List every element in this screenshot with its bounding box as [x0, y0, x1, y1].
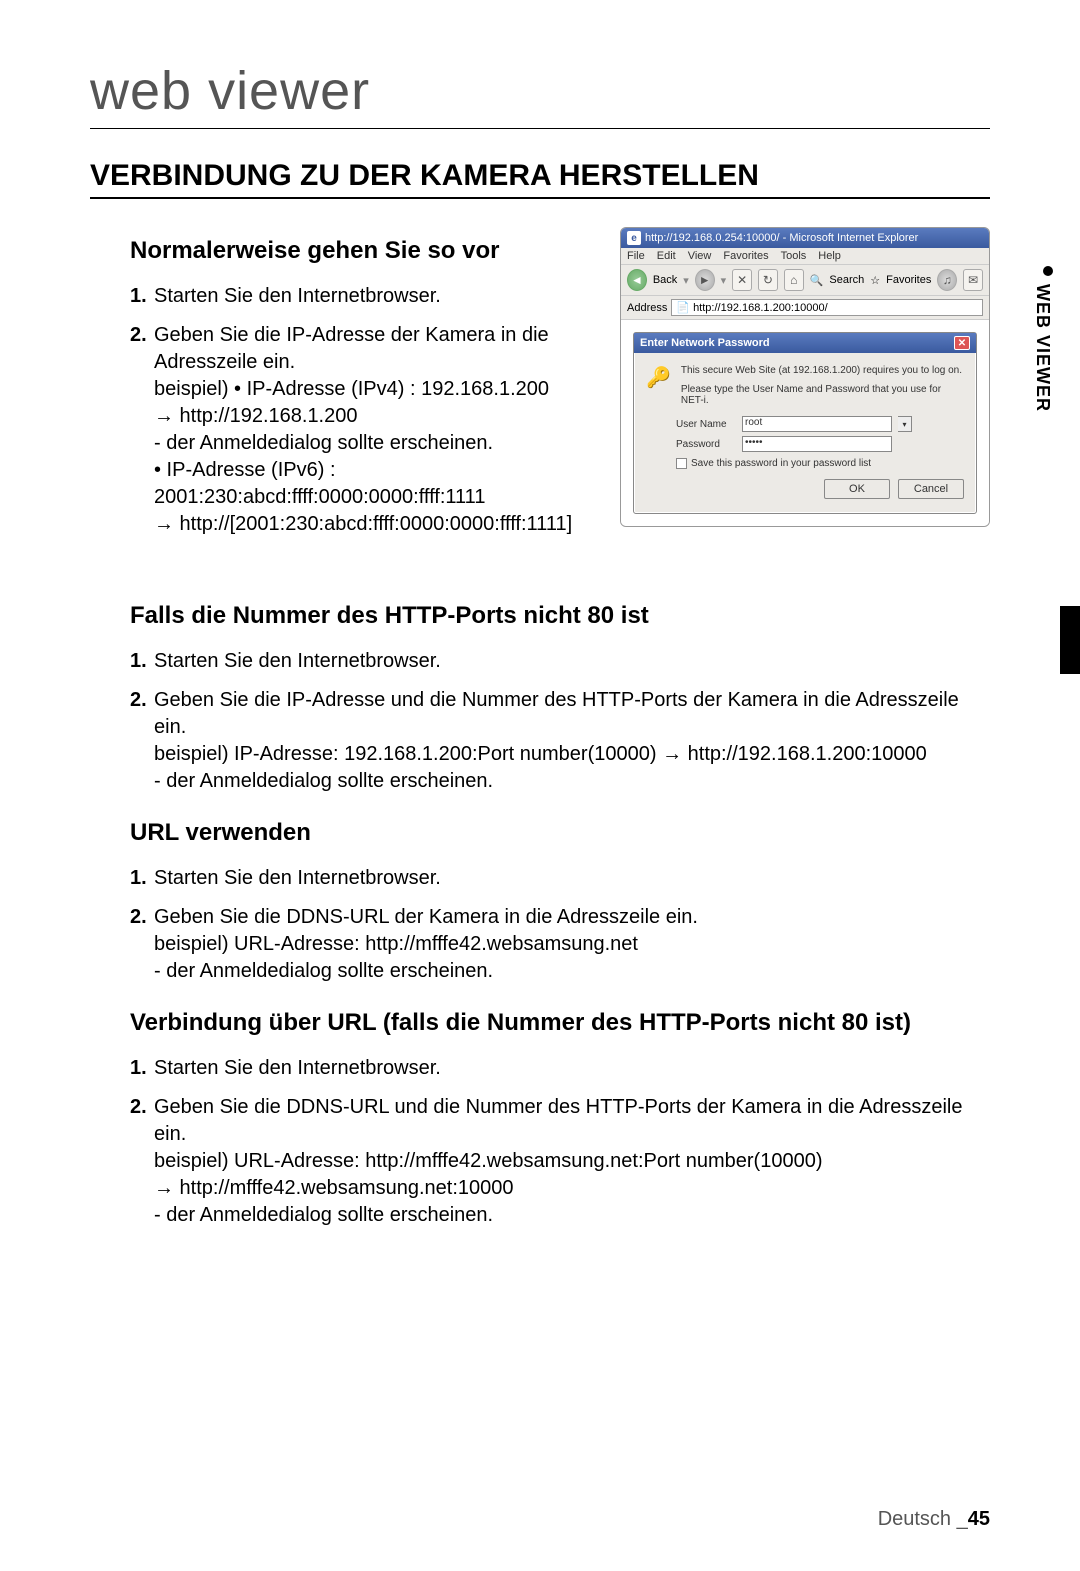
step-number: 2. — [130, 687, 147, 714]
menu-favorites[interactable]: Favorites — [723, 250, 768, 262]
step-text: → http://192.168.1.200 — [154, 405, 358, 427]
list-item: 2. Geben Sie die IP-Adresse der Kamera i… — [130, 322, 600, 538]
step-number: 1. — [130, 648, 147, 675]
side-tab-label: WEB VIEWER — [1032, 284, 1053, 412]
step-text: - der Anmeldedialog sollte erscheinen. — [154, 432, 493, 454]
side-tab: WEB VIEWER — [1032, 246, 1080, 616]
step-text: Starten Sie den Internetbrowser. — [154, 285, 441, 307]
address-value: http://192.168.1.200:10000/ — [693, 302, 828, 314]
address-label: Address — [627, 302, 667, 314]
side-marker — [1060, 606, 1080, 674]
browser-titlebar: e http://192.168.0.254:10000/ - Microsof… — [621, 228, 989, 248]
ie-icon: e — [627, 231, 641, 245]
list-item: 2. Geben Sie die IP-Adresse und die Numm… — [130, 687, 990, 795]
close-button[interactable]: ✕ — [954, 336, 970, 350]
page-footer: Deutsch _45 — [878, 1508, 990, 1531]
subheading-url: URL verwenden — [130, 819, 990, 847]
step-text: → http://mfffe42.websamsung.net:10000 — [154, 1177, 514, 1199]
favorites-icon: ☆ — [870, 274, 880, 287]
media-button[interactable]: ♫ — [937, 269, 957, 291]
back-label: Back — [653, 274, 677, 286]
cancel-button[interactable]: Cancel — [898, 479, 964, 499]
ok-button[interactable]: OK — [824, 479, 890, 499]
section-title: VERBINDUNG ZU DER KAMERA HERSTELLEN — [90, 159, 990, 199]
save-password-label: Save this password in your password list — [691, 458, 871, 469]
step-number: 2. — [130, 1094, 147, 1121]
step-text: beispiel) URL-Adresse: http://mfffe42.we… — [154, 1150, 823, 1172]
menu-file[interactable]: File — [627, 250, 645, 262]
back-button[interactable]: ◄ — [627, 269, 647, 291]
page-number: 45 — [968, 1508, 990, 1530]
home-button[interactable]: ⌂ — [784, 269, 804, 291]
step-text: Starten Sie den Internetbrowser. — [154, 650, 441, 672]
step-text: Geben Sie die DDNS-URL und die Nummer de… — [154, 1096, 962, 1145]
subheading-url-port: Verbindung über URL (falls die Nummer de… — [130, 1009, 990, 1037]
subheading-port: Falls die Nummer des HTTP-Ports nicht 80… — [130, 602, 990, 630]
subheading-normal: Normalerweise gehen Sie so vor — [130, 237, 600, 265]
stop-button[interactable]: ✕ — [732, 269, 752, 291]
step-text: Geben Sie die IP-Adresse und die Nummer … — [154, 689, 959, 738]
password-dialog: Enter Network Password ✕ 🔑 This secure W… — [633, 332, 977, 514]
step-number: 2. — [130, 322, 147, 349]
step-text: beispiel) IP-Adresse: 192.168.1.200:Port… — [154, 743, 927, 765]
page-icon: 📄 — [676, 301, 690, 314]
browser-window: e http://192.168.0.254:10000/ - Microsof… — [620, 227, 990, 527]
username-label: User Name — [676, 419, 736, 430]
username-input[interactable]: root — [742, 416, 892, 432]
menu-edit[interactable]: Edit — [657, 250, 676, 262]
key-icon: 🔑 — [646, 365, 671, 390]
dialog-message: Please type the User Name and Password t… — [681, 384, 964, 406]
address-input[interactable]: 📄 http://192.168.1.200:10000/ — [671, 299, 983, 316]
step-text: Geben Sie die IP-Adresse der Kamera in d… — [154, 324, 549, 373]
step-text: - der Anmeldedialog sollte erscheinen. — [154, 960, 493, 982]
list-item: 1. Starten Sie den Internetbrowser. — [130, 283, 600, 310]
step-text: - der Anmeldedialog sollte erscheinen. — [154, 770, 493, 792]
dialog-message: This secure Web Site (at 192.168.1.200) … — [681, 365, 964, 376]
dialog-titlebar: Enter Network Password ✕ — [634, 333, 976, 353]
browser-addressbar: Address 📄 http://192.168.1.200:10000/ — [621, 296, 989, 320]
window-title: http://192.168.0.254:10000/ - Microsoft … — [645, 232, 918, 244]
step-text: Geben Sie die DDNS-URL der Kamera in die… — [154, 906, 698, 928]
step-text: Starten Sie den Internetbrowser. — [154, 1057, 441, 1079]
step-text: Starten Sie den Internetbrowser. — [154, 867, 441, 889]
dropdown-icon[interactable]: ▾ — [898, 416, 912, 432]
list-item: 2. Geben Sie die DDNS-URL der Kamera in … — [130, 904, 990, 985]
menu-tools[interactable]: Tools — [781, 250, 807, 262]
list-item: 1. Starten Sie den Internetbrowser. — [130, 1055, 990, 1082]
footer-lang: Deutsch _ — [878, 1508, 968, 1530]
menu-help[interactable]: Help — [818, 250, 841, 262]
step-text: beispiel) URL-Adresse: http://mfffe42.we… — [154, 933, 638, 955]
browser-toolbar: ◄ Back ▾ ► ▾ ✕ ↻ ⌂ 🔍 Search ☆ Favorites … — [621, 264, 989, 296]
step-text: beispiel) • IP-Adresse (IPv4) : 192.168.… — [154, 378, 549, 400]
dialog-title-text: Enter Network Password — [640, 337, 770, 349]
forward-button[interactable]: ► — [695, 269, 715, 291]
list-item: 1. Starten Sie den Internetbrowser. — [130, 865, 990, 892]
step-text: - der Anmeldedialog sollte erscheinen. — [154, 1204, 493, 1226]
search-icon: 🔍 — [810, 274, 824, 287]
chapter-title: web viewer — [90, 60, 990, 129]
save-password-checkbox[interactable] — [676, 458, 687, 469]
bullet-icon — [1043, 266, 1053, 276]
step-text: → http://[2001:230:abcd:ffff:0000:0000:f… — [154, 513, 572, 535]
list-item: 2. Geben Sie die DDNS-URL und die Nummer… — [130, 1094, 990, 1229]
step-number: 1. — [130, 1055, 147, 1082]
search-label[interactable]: Search — [829, 274, 864, 286]
list-item: 1. Starten Sie den Internetbrowser. — [130, 648, 990, 675]
mail-button[interactable]: ✉ — [963, 269, 983, 291]
refresh-button[interactable]: ↻ — [758, 269, 778, 291]
step-number: 1. — [130, 283, 147, 310]
browser-menubar: File Edit View Favorites Tools Help — [621, 248, 989, 264]
menu-view[interactable]: View — [688, 250, 712, 262]
step-number: 2. — [130, 904, 147, 931]
password-label: Password — [676, 439, 736, 450]
step-text: • IP-Adresse (IPv6) : 2001:230:abcd:ffff… — [154, 459, 485, 508]
password-input[interactable]: ••••• — [742, 436, 892, 452]
step-number: 1. — [130, 865, 147, 892]
favorites-label[interactable]: Favorites — [886, 274, 931, 286]
